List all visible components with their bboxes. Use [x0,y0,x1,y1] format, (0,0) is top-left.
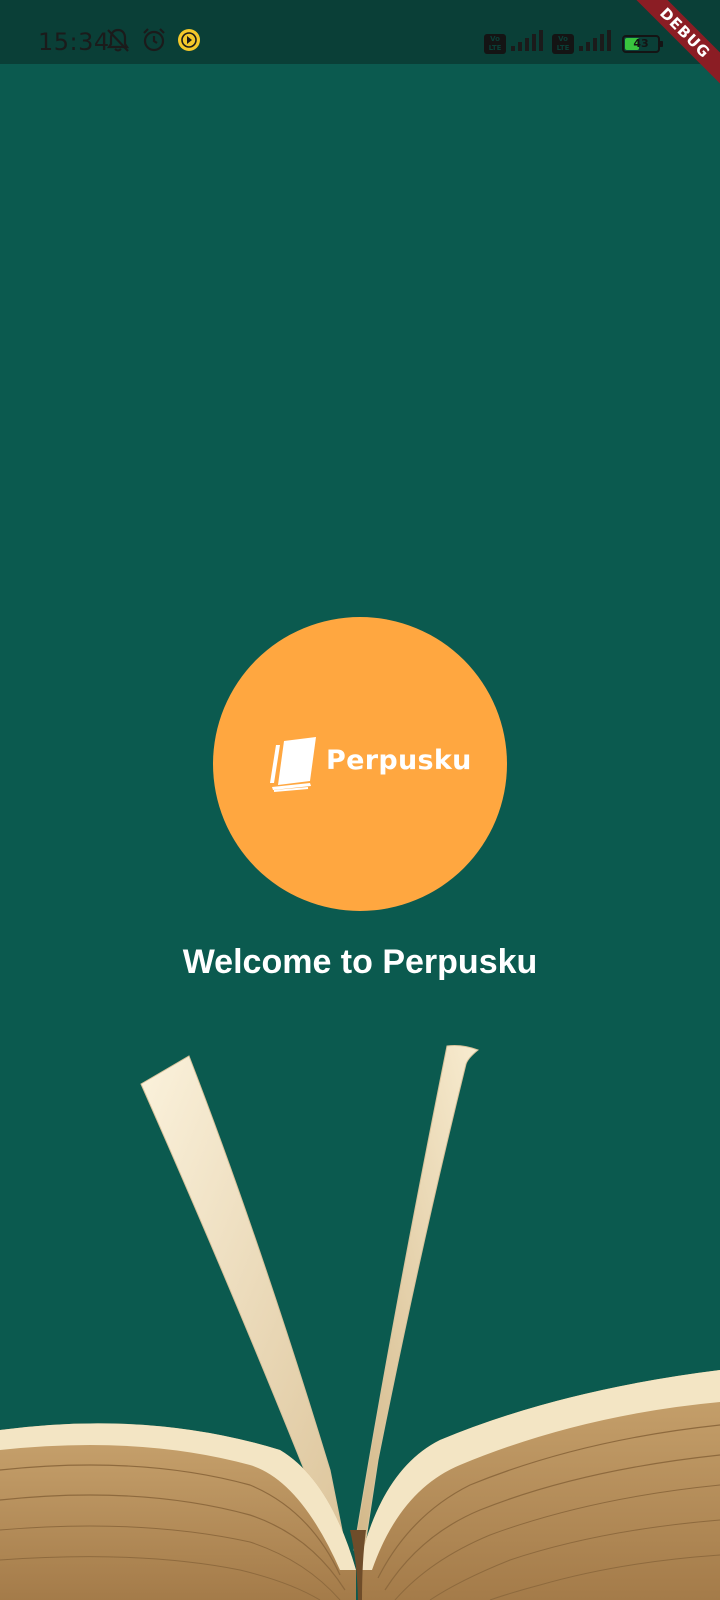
volte-icon: Vo LTE [552,33,574,54]
open-book-illustration [0,1045,720,1600]
volte-icon: Vo LTE [484,33,506,54]
app-notification-icon [176,27,202,58]
alarm-icon [140,26,168,59]
welcome-title: Welcome to Perpusku [182,943,538,981]
book-stack-icon [264,735,320,793]
battery-icon: 43 [622,34,663,53]
signal-icon [578,30,612,57]
status-right-icons: Vo LTE Vo LTE 43 [484,30,663,57]
signal-icon [510,30,544,57]
logo-text: Perpusku [326,745,472,776]
battery-tip [660,40,663,47]
notifications-off-icon [104,26,132,59]
status-time: 15:34 [38,28,110,56]
status-left-icons [104,26,202,59]
status-bar: 15:34 Vo LTE Vo LTE 43 [0,0,720,64]
splash-screen: 15:34 Vo LTE Vo LTE 43 DEBUG Perpusku We… [0,0,720,1600]
app-logo: Perpusku [213,617,507,911]
battery-level: 43 [633,36,649,50]
